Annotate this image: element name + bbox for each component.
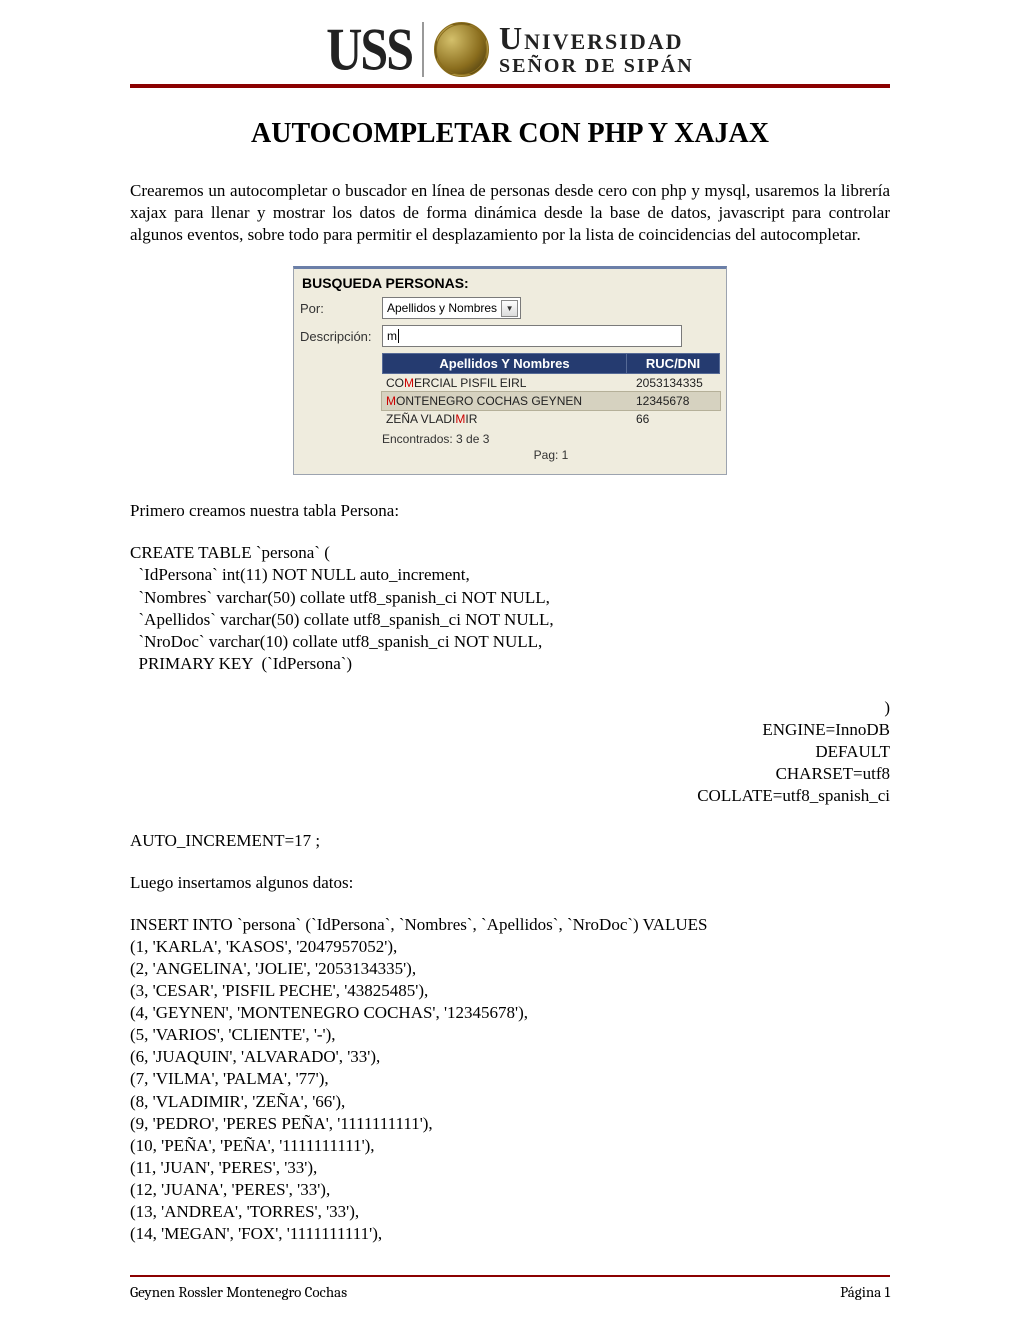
result-name: ZEÑA VLADIMIR <box>382 410 632 428</box>
university-top: Universidad <box>499 22 694 54</box>
result-row[interactable]: COMERCIAL PISFIL EIRL2053134335 <box>382 374 720 392</box>
result-row[interactable]: MONTENEGRO COCHAS GEYNEN12345678 <box>382 392 720 410</box>
sql-create-last: AUTO_INCREMENT=17 ; <box>130 830 890 852</box>
seal-icon <box>434 22 489 77</box>
description-value: m <box>387 329 397 343</box>
desc-label: Descripción: <box>300 329 382 344</box>
search-panel: BUSQUEDA PERSONAS: Por: Apellidos y Nomb… <box>293 266 727 475</box>
col-nombres: Apellidos Y Nombres <box>383 354 627 373</box>
page-footer: Geynen Rossler Montenegro Cochas Página … <box>130 1275 890 1301</box>
footer-author: Geynen Rossler Montenegro Cochas <box>130 1283 347 1301</box>
sql-create-top: CREATE TABLE `persona` ( `IdPersona` int… <box>130 542 890 675</box>
col-doc: RUC/DNI <box>627 354 719 373</box>
text-cursor-icon <box>398 329 399 343</box>
page-title: AUTOCOMPLETAR CON PHP Y XAJAX <box>130 118 890 150</box>
sql-create: CREATE TABLE `persona` ( `IdPersona` int… <box>130 542 890 851</box>
footer-page: Página 1 <box>840 1283 890 1301</box>
search-by-select[interactable]: Apellidos y Nombres ▼ <box>382 297 521 319</box>
university-name: Universidad SEÑOR DE SIPÁN <box>499 22 694 76</box>
results-list: Apellidos Y Nombres RUC/DNI COMERCIAL PI… <box>382 353 720 462</box>
found-count: Encontrados: 3 de 3 <box>382 432 720 446</box>
result-doc: 12345678 <box>632 392 720 410</box>
search-by-value: Apellidos y Nombres <box>387 301 497 315</box>
result-doc: 2053134335 <box>632 374 720 392</box>
page-header: USS Universidad SEÑOR DE SIPÁN <box>130 20 890 88</box>
logo-uss: USS <box>326 14 412 84</box>
chevron-down-icon[interactable]: ▼ <box>501 300 518 317</box>
intro-paragraph: Crearemos un autocompletar o buscador en… <box>130 180 890 246</box>
result-name: MONTENEGRO COCHAS GEYNEN <box>382 392 632 410</box>
divider-icon <box>422 22 424 77</box>
description-input[interactable]: m <box>382 325 682 347</box>
panel-heading: BUSQUEDA PERSONAS: <box>302 275 720 291</box>
sql-create-engine-line: ) ENGINE=InnoDB DEFAULT CHARSET=utf8 COL… <box>130 675 890 830</box>
university-bottom: SEÑOR DE SIPÁN <box>499 56 694 76</box>
sql-insert: INSERT INTO `persona` (`IdPersona`, `Nom… <box>130 914 890 1245</box>
pagination-label: Pag: 1 <box>382 448 720 462</box>
text-create-table: Primero creamos nuestra tabla Persona: <box>130 500 890 522</box>
result-row[interactable]: ZEÑA VLADIMIR66 <box>382 410 720 428</box>
result-name: COMERCIAL PISFIL EIRL <box>382 374 632 392</box>
por-label: Por: <box>300 301 382 316</box>
result-doc: 66 <box>632 410 720 428</box>
text-insert: Luego insertamos algunos datos: <box>130 872 890 894</box>
